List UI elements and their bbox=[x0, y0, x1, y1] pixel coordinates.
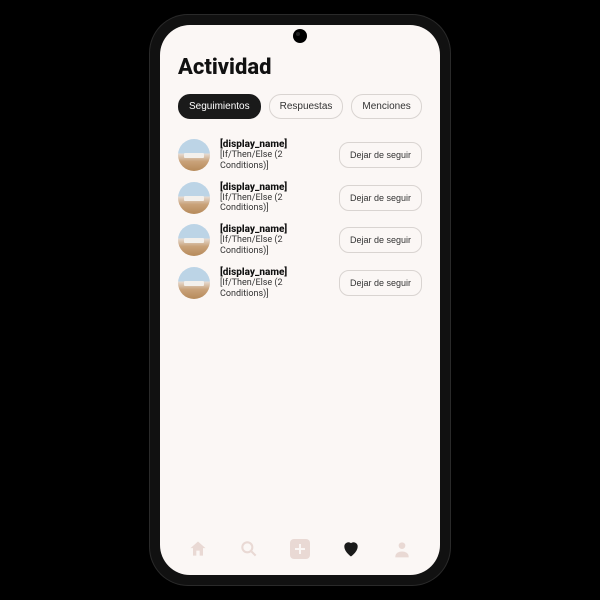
add-icon[interactable] bbox=[289, 538, 311, 560]
search-icon[interactable] bbox=[238, 538, 260, 560]
profile-icon[interactable] bbox=[391, 538, 413, 560]
list-item-name: [display_name] bbox=[220, 224, 329, 235]
list-item-info: [display_name] [If/Then/Else (2 Conditio… bbox=[220, 224, 329, 257]
list-item-sub: [If/Then/Else (2 Conditions)] bbox=[220, 235, 329, 257]
unfollow-button[interactable]: Dejar de seguir bbox=[339, 227, 422, 253]
list-item-info: [display_name] [If/Then/Else (2 Conditio… bbox=[220, 267, 329, 300]
avatar[interactable] bbox=[178, 182, 210, 214]
phone-frame: Actividad Seguimientos Respuestas Mencio… bbox=[150, 15, 450, 585]
list-item: [display_name] [If/Then/Else (2 Conditio… bbox=[178, 139, 422, 172]
page-title: Actividad bbox=[178, 55, 422, 80]
list-item-sub: [If/Then/Else (2 Conditions)] bbox=[220, 278, 329, 300]
list-item: [display_name] [If/Then/Else (2 Conditio… bbox=[178, 267, 422, 300]
list-item: [display_name] [If/Then/Else (2 Conditio… bbox=[178, 224, 422, 257]
unfollow-button[interactable]: Dejar de seguir bbox=[339, 185, 422, 211]
list-item-sub: [If/Then/Else (2 Conditions)] bbox=[220, 193, 329, 215]
list-item-sub: [If/Then/Else (2 Conditions)] bbox=[220, 150, 329, 172]
list-item-info: [display_name] [If/Then/Else (2 Conditio… bbox=[220, 139, 329, 172]
avatar[interactable] bbox=[178, 224, 210, 256]
tab-respuestas[interactable]: Respuestas bbox=[269, 94, 344, 119]
screen: Actividad Seguimientos Respuestas Mencio… bbox=[160, 25, 440, 575]
filter-tabs: Seguimientos Respuestas Menciones bbox=[178, 94, 422, 119]
unfollow-button[interactable]: Dejar de seguir bbox=[339, 270, 422, 296]
list-item-info: [display_name] [If/Then/Else (2 Conditio… bbox=[220, 182, 329, 215]
unfollow-button[interactable]: Dejar de seguir bbox=[339, 142, 422, 168]
tab-menciones[interactable]: Menciones bbox=[351, 94, 421, 119]
heart-icon[interactable] bbox=[340, 538, 362, 560]
avatar[interactable] bbox=[178, 139, 210, 171]
list-item-name: [display_name] bbox=[220, 182, 329, 193]
list-item: [display_name] [If/Then/Else (2 Conditio… bbox=[178, 182, 422, 215]
camera-notch bbox=[293, 29, 307, 43]
list-item-name: [display_name] bbox=[220, 139, 329, 150]
list-item-name: [display_name] bbox=[220, 267, 329, 278]
bottom-nav bbox=[160, 529, 440, 575]
avatar[interactable] bbox=[178, 267, 210, 299]
tab-seguimientos[interactable]: Seguimientos bbox=[178, 94, 261, 119]
content-area: Actividad Seguimientos Respuestas Mencio… bbox=[160, 25, 440, 529]
activity-list: [display_name] [If/Then/Else (2 Conditio… bbox=[178, 139, 422, 299]
home-icon[interactable] bbox=[187, 538, 209, 560]
